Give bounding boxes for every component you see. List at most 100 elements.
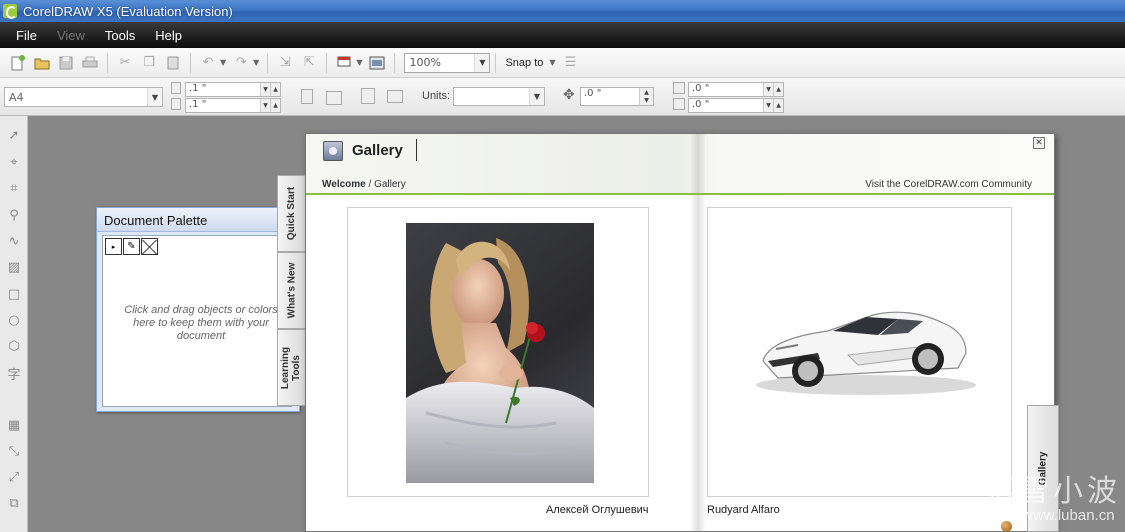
toolbar-separator [190,52,191,73]
page-width-field[interactable]: .1 " ▼ ▲ [185,82,281,97]
menu-tools[interactable]: Tools [95,28,145,43]
tab-quick-start[interactable]: Quick Start [277,175,305,252]
copy-icon[interactable]: ❐ [138,52,160,74]
dimension-tool-icon[interactable]: ⤡ [5,442,23,460]
launcher-dropdown-icon[interactable]: ▼ [356,58,362,67]
document-palette-body[interactable]: ▸ ✎ Click and drag objects or colors her… [102,235,292,407]
table-tool-icon[interactable]: ▦ [5,416,23,434]
page-width-icon [171,82,181,94]
blend-tool-icon[interactable]: ⧉ [5,494,23,512]
spin-up-icon[interactable]: ▲ [270,99,280,112]
spin-down-icon[interactable]: ▼ [260,83,270,96]
landscape-orientation-icon[interactable] [326,91,342,105]
gallery-card-portrait[interactable] [347,207,649,497]
smart-fill-tool-icon[interactable]: ▨ [5,258,23,276]
rectangle-tool-icon[interactable]: □ [5,285,23,303]
undo-dropdown-icon[interactable]: ▼ [220,58,226,67]
title-bar: CorelDRAW X5 (Evaluation Version) [0,0,1125,22]
duplicate-distance-y-field[interactable]: .0 " ▼ ▲ [688,98,784,113]
spin-down-icon[interactable]: ▼ [763,99,773,112]
portrait-orientation-icon[interactable] [301,89,313,104]
tab-whats-new[interactable]: What's New [277,252,305,329]
redo-icon[interactable]: ↷ [230,52,252,74]
options-icon[interactable]: ☰ [560,52,582,74]
snap-to-button[interactable]: Snap to [505,57,543,69]
crop-tool-icon[interactable]: ⌗ [5,179,23,197]
freehand-tool-icon[interactable]: ∿ [5,232,23,250]
current-page-icon[interactable] [387,90,403,103]
snap-to-dropdown-icon[interactable]: ▼ [549,58,555,67]
next-page-icon[interactable] [1001,521,1012,531]
duplicate-y-icon [673,98,685,110]
pick-tool-icon[interactable]: ➚ [5,126,23,144]
menu-help[interactable]: Help [145,28,192,43]
save-icon[interactable] [55,52,77,74]
export-icon[interactable]: ⇱ [298,52,320,74]
spin-up-icon[interactable]: ▲ [773,99,783,112]
page-size-dropdown-icon[interactable]: ▼ [147,88,162,106]
redo-dropdown-icon[interactable]: ▼ [253,58,259,67]
all-pages-icon[interactable] [361,88,375,104]
property-bar: A4 ▼ .1 " ▼ ▲ .1 " ▼ ▲ Units: ▼ ✥ .0 " ▲ ▼ … [0,78,1125,116]
breadcrumb-separator: / [365,179,375,190]
standard-toolbar: ✂ ❐ ↶ ▼ ↷ ▼ ⇲ ⇱ ▼ 100% ▼ Snap to ▼ ☰ [0,48,1125,78]
polygon-tool-icon[interactable]: ⬡ [5,337,23,355]
units-combo[interactable]: ▼ [453,87,545,106]
community-link[interactable]: Visit the CorelDRAW.com Community [865,179,1032,190]
spin-up-icon[interactable]: ▲ [639,88,653,97]
palette-menu-icon[interactable]: ▸ [105,238,122,255]
no-color-swatch[interactable] [141,238,158,255]
spin-up-icon[interactable]: ▲ [270,83,280,96]
undo-icon[interactable]: ↶ [197,52,219,74]
welcome-screen-icon[interactable] [366,52,388,74]
toolbar-separator [267,52,269,73]
breadcrumb-welcome-link[interactable]: Welcome [322,179,366,190]
page-height-field[interactable]: .1 " ▼ ▲ [185,98,281,113]
page-size-value: A4 [9,91,24,104]
shape-tool-icon[interactable]: ⌖ [5,153,23,171]
zoom-level-value: 100% [409,56,441,69]
duplicate-distance-x-field[interactable]: .0 " ▼ ▲ [688,82,784,97]
spin-up-icon[interactable]: ▲ [773,83,783,96]
cut-icon[interactable]: ✂ [114,52,136,74]
toolbar-separator [495,52,497,73]
breadcrumb: Welcome / Gallery [322,179,406,190]
open-folder-icon[interactable] [31,52,53,74]
menu-view[interactable]: View [47,28,95,43]
document-palette-docker: Document Palette ▸ ✎ Click and drag obje… [96,207,300,412]
gallery-image-woman-with-rose[interactable] [406,223,594,483]
paste-icon[interactable] [162,52,184,74]
gallery-card-car[interactable] [707,207,1012,497]
page-size-combo[interactable]: A4 ▼ [4,87,163,107]
eyedropper-icon[interactable]: ✎ [123,238,140,255]
document-palette-title[interactable]: Document Palette [97,208,299,232]
zoom-level-combo[interactable]: 100% ▼ [404,52,491,73]
units-dropdown-icon[interactable]: ▼ [529,88,544,105]
gallery-image-sports-car[interactable] [748,283,978,403]
tab-learning-tools[interactable]: Learning Tools [277,329,305,406]
duplicate-distance-x-value: .0 " [692,83,710,94]
text-tool-icon[interactable]: 字 [5,364,23,383]
header-divider [306,193,1054,195]
ellipse-tool-icon[interactable]: ○ [5,311,23,329]
zoom-dropdown-icon[interactable]: ▼ [474,53,490,72]
title-separator [416,139,417,161]
toolbar-separator [107,52,108,73]
nudge-distance-field[interactable]: .0 " ▲ ▼ [580,87,654,106]
spin-down-icon[interactable]: ▼ [639,96,653,105]
menu-bar: File View Tools Help [0,22,1125,48]
duplicate-x-icon [673,82,685,94]
gallery-icon [323,141,343,161]
palette-swatches: ▸ ✎ [105,238,159,255]
print-icon[interactable] [79,52,101,74]
new-document-icon[interactable] [7,52,29,74]
application-launcher-icon[interactable] [333,52,355,74]
nudge-distance-value: .0 " [584,88,602,99]
close-icon[interactable]: ✕ [1033,137,1045,149]
spin-down-icon[interactable]: ▼ [260,99,270,112]
menu-file[interactable]: File [6,28,47,43]
spin-down-icon[interactable]: ▼ [763,83,773,96]
connector-tool-icon[interactable]: ⤢ [5,468,23,486]
zoom-tool-icon[interactable]: ⚲ [5,206,23,224]
import-icon[interactable]: ⇲ [274,52,296,74]
